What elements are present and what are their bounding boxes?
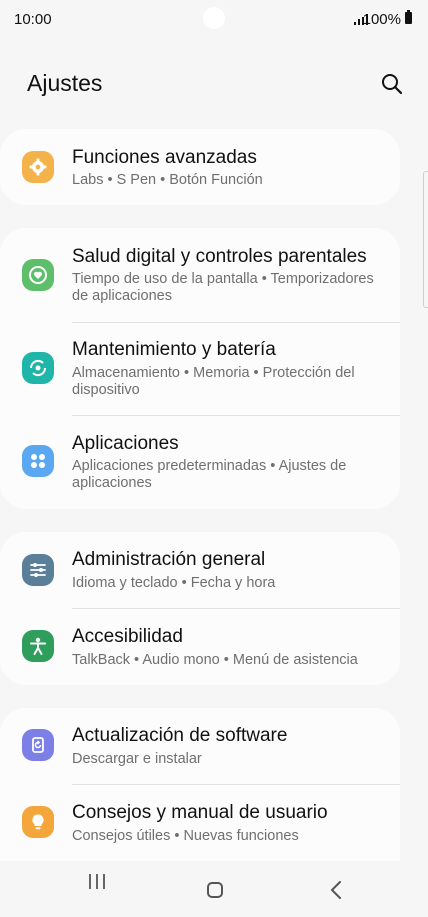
row-actualizacion-software[interactable]: Actualización de software Descargar e in…	[0, 708, 400, 785]
settings-card-3: Administración general Idioma y teclado …	[0, 532, 400, 685]
lightbulb-icon	[22, 806, 54, 838]
home-button[interactable]	[207, 882, 223, 898]
update-icon	[22, 729, 54, 761]
row-consejos-manual[interactable]: Consejos y manual de usuario Consejos út…	[0, 785, 400, 861]
row-title: Actualización de software	[72, 725, 288, 746]
row-subtitle: Aplicaciones predeterminadas • Ajustes d…	[72, 458, 347, 491]
gear-icon	[22, 151, 54, 183]
person-icon	[22, 630, 54, 662]
row-title: Administración general	[72, 549, 266, 570]
row-mantenimiento[interactable]: Mantenimiento y batería Almacenamiento •…	[0, 322, 400, 415]
row-title: Aplicaciones	[72, 433, 179, 454]
settings-card-1: Funciones avanzadas Labs • S Pen • Botón…	[0, 129, 400, 205]
sliders-icon	[22, 554, 54, 586]
row-title: Mantenimiento y batería	[72, 339, 276, 360]
scrollbar[interactable]	[423, 171, 428, 308]
page-title: Ajustes	[27, 70, 103, 96]
battery-icon	[405, 10, 412, 24]
settings-card-2: Salud digital y controles parentales Tie…	[0, 228, 400, 509]
row-aplicaciones[interactable]: Aplicaciones Aplicaciones predeterminada…	[0, 415, 400, 509]
row-title: Consejos y manual de usuario	[72, 802, 328, 823]
battery-percent: 100%	[362, 11, 401, 28]
row-subtitle: Almacenamiento • Memoria • Protección de…	[72, 365, 355, 398]
row-title: Accesibilidad	[72, 626, 183, 647]
refresh-circle-icon	[22, 352, 54, 384]
row-subtitle: TalkBack • Audio mono • Menú de asistenc…	[72, 652, 358, 668]
row-administracion-general[interactable]: Administración general Idioma y teclado …	[0, 532, 400, 609]
search-icon[interactable]	[380, 72, 404, 96]
back-icon[interactable]	[330, 880, 342, 900]
row-title: Salud digital y controles parentales	[72, 246, 367, 267]
row-funciones-avanzadas[interactable]: Funciones avanzadas Labs • S Pen • Botón…	[0, 129, 400, 205]
settings-card-4: Actualización de software Descargar e in…	[0, 708, 400, 878]
status-time: 10:00	[14, 11, 52, 28]
row-subtitle: Consejos útiles • Nuevas funciones	[72, 828, 299, 844]
row-subtitle: Tiempo de uso de la pantalla • Temporiza…	[72, 271, 374, 304]
heart-circle-icon	[22, 259, 54, 291]
row-subtitle: Descargar e instalar	[72, 751, 202, 767]
apps-grid-icon	[22, 445, 54, 477]
row-subtitle: Idioma y teclado • Fecha y hora	[72, 575, 276, 591]
row-salud-digital[interactable]: Salud digital y controles parentales Tie…	[0, 228, 400, 322]
row-title: Funciones avanzadas	[72, 147, 257, 168]
camera-cutout	[203, 7, 225, 29]
status-bar: 10:00 100%	[0, 0, 428, 38]
recent-apps-icon[interactable]	[88, 873, 106, 890]
row-subtitle: Labs • S Pen • Botón Función	[72, 172, 263, 188]
row-accesibilidad[interactable]: Accesibilidad TalkBack • Audio mono • Me…	[0, 609, 400, 685]
